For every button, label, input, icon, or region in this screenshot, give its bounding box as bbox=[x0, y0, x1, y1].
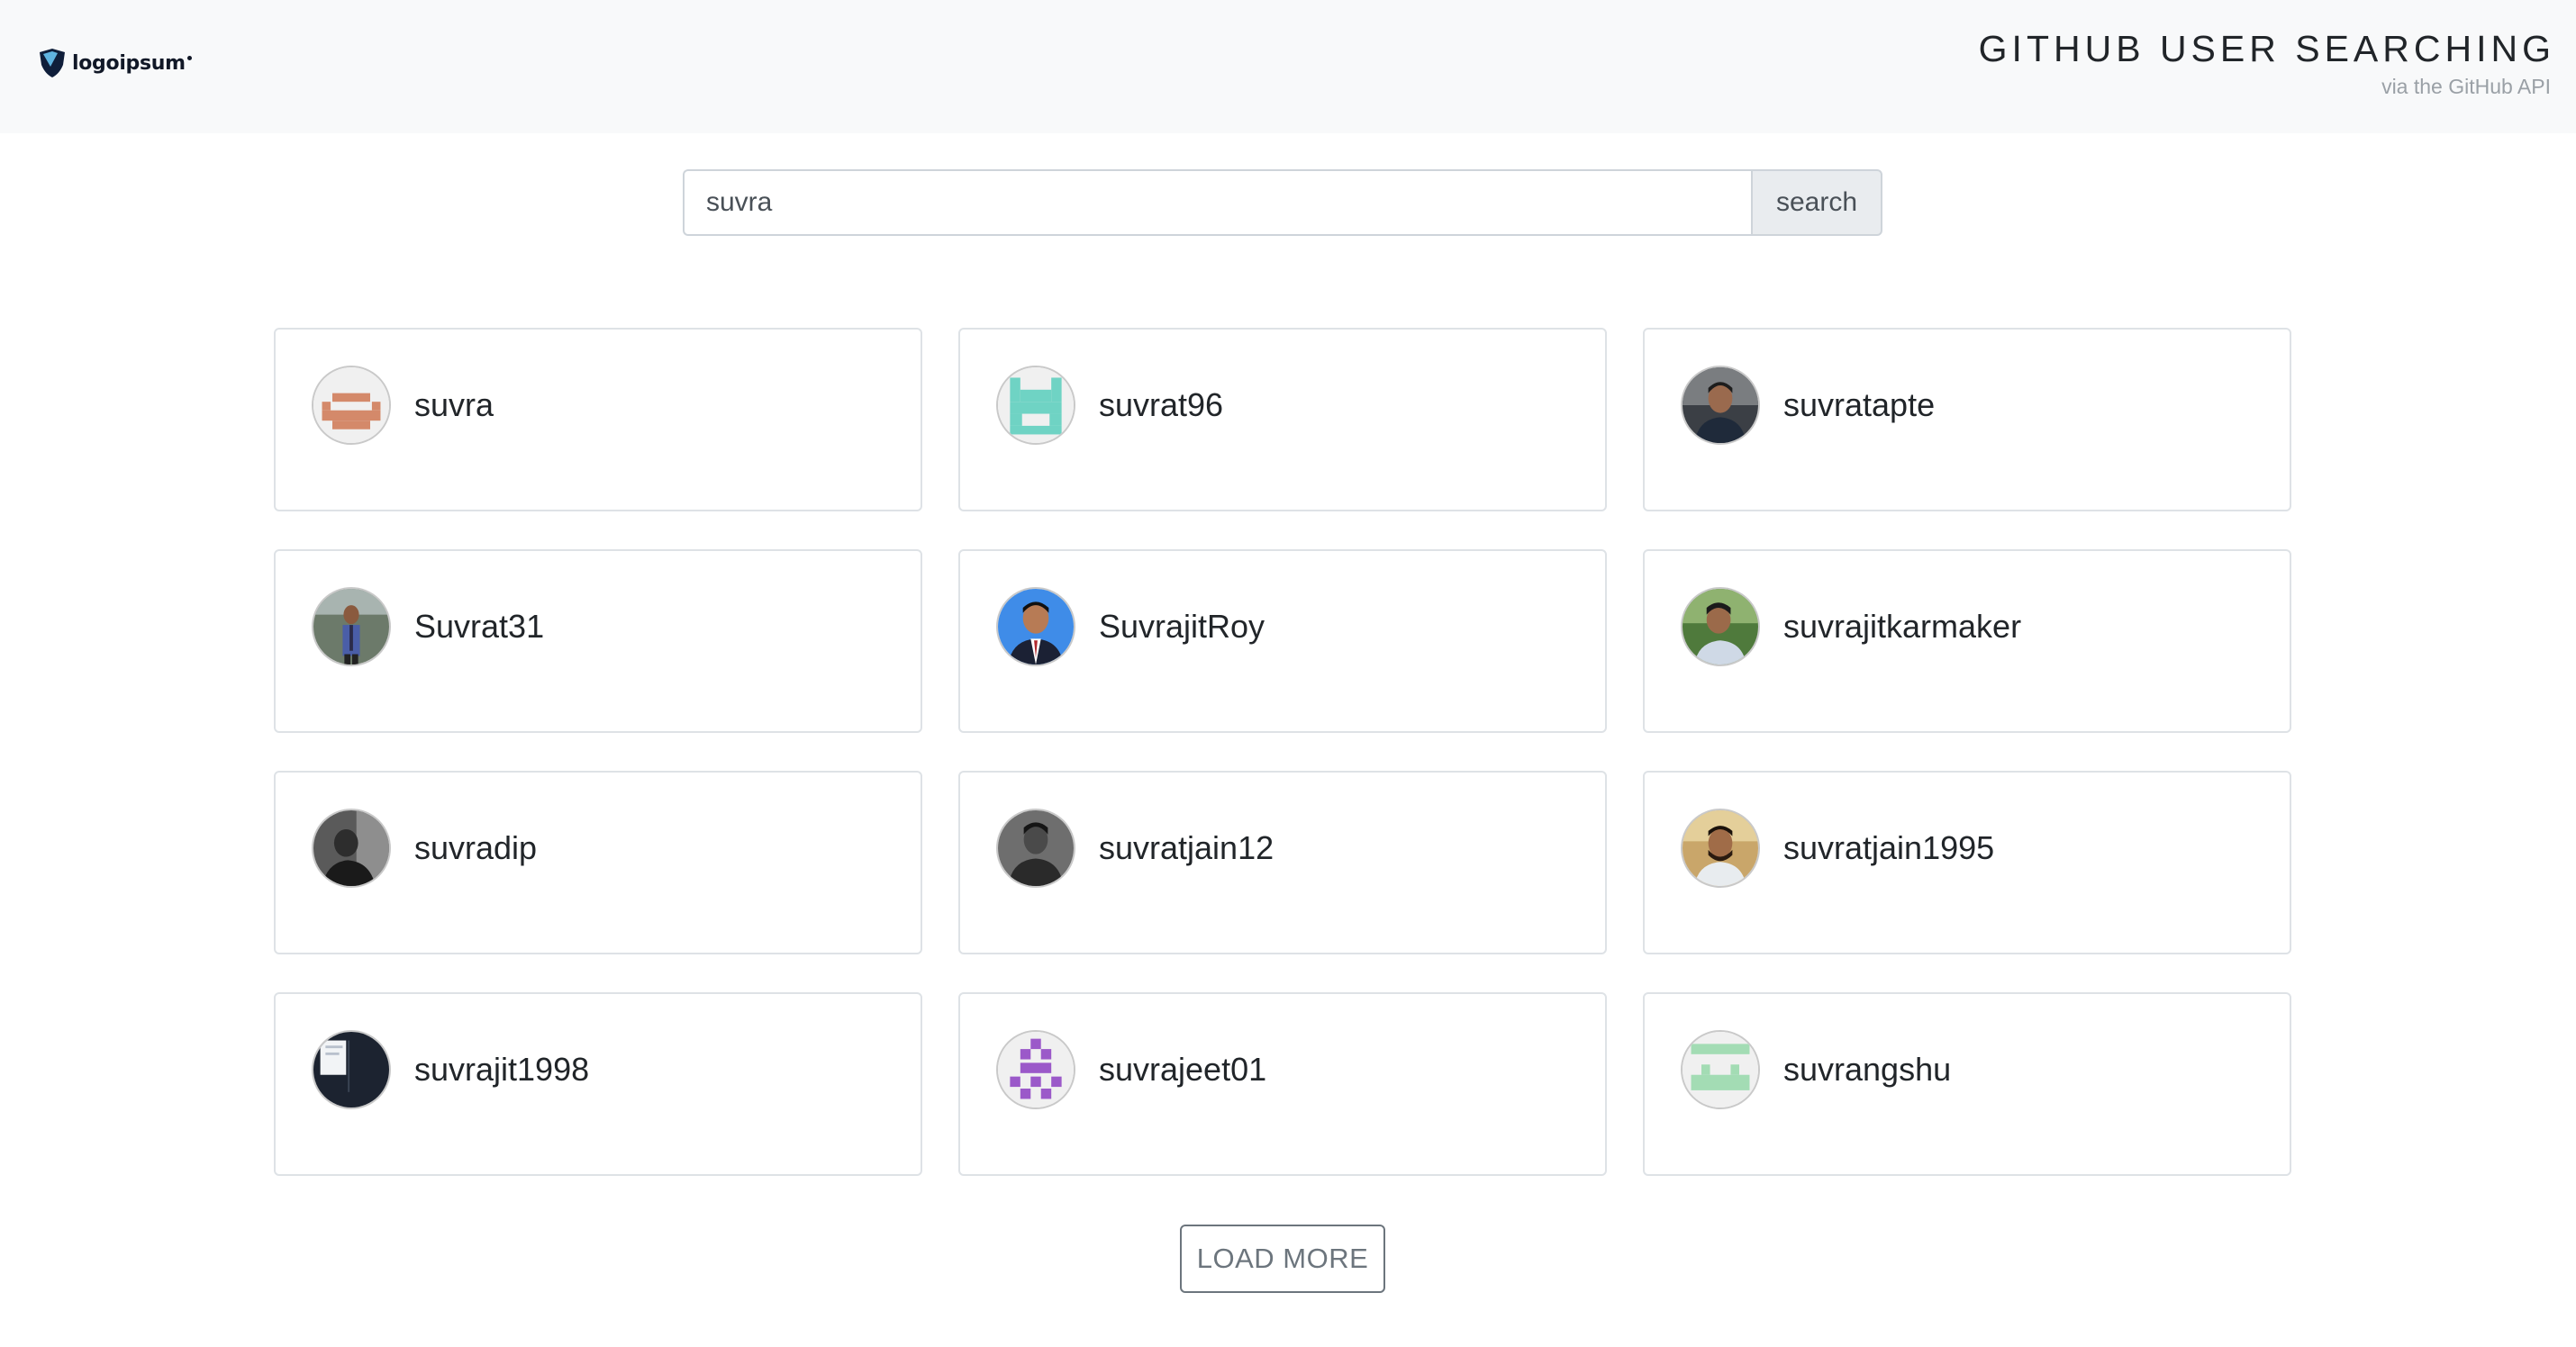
username: suvrat96 bbox=[1099, 386, 1224, 423]
user-photo-icon bbox=[1683, 367, 1758, 443]
user-results-grid: suvra suvrat96 suvratapte Suvrat31 Suvra… bbox=[274, 328, 2291, 1176]
username: Suvrat31 bbox=[414, 608, 545, 645]
avatar bbox=[1681, 1030, 1760, 1109]
search-input[interactable] bbox=[683, 169, 1751, 236]
avatar bbox=[312, 366, 391, 445]
avatar bbox=[1681, 587, 1760, 666]
user-photo-icon bbox=[313, 589, 389, 664]
search-button[interactable]: search bbox=[1751, 169, 1882, 236]
username: suvrajit1998 bbox=[414, 1051, 590, 1088]
username: suvrajitkarmaker bbox=[1783, 608, 2022, 645]
identicon-icon bbox=[998, 367, 1074, 443]
user-card[interactable]: suvratjain12 bbox=[958, 771, 1607, 954]
user-card[interactable]: Suvrat31 bbox=[274, 549, 922, 733]
username: suvradip bbox=[414, 829, 538, 866]
search-bar: search bbox=[683, 169, 1882, 236]
username: SuvrajitRoy bbox=[1099, 608, 1265, 645]
identicon-icon bbox=[313, 367, 389, 443]
avatar bbox=[996, 366, 1075, 445]
avatar bbox=[996, 587, 1075, 666]
load-more-button[interactable]: LOAD MORE bbox=[1180, 1225, 1385, 1293]
user-photo-icon bbox=[1683, 589, 1758, 664]
user-card[interactable]: suvratapte bbox=[1643, 328, 2291, 511]
avatar bbox=[312, 1030, 391, 1109]
user-card[interactable]: suvradip bbox=[274, 771, 922, 954]
user-photo-icon bbox=[1683, 810, 1758, 886]
user-photo-icon bbox=[313, 1032, 389, 1107]
identicon-icon bbox=[998, 1032, 1074, 1107]
username: suvra bbox=[414, 386, 494, 423]
avatar bbox=[996, 809, 1075, 888]
user-card[interactable]: suvrangshu bbox=[1643, 992, 2291, 1176]
user-card[interactable]: suvratjain1995 bbox=[1643, 771, 2291, 954]
username: suvrangshu bbox=[1783, 1051, 1952, 1088]
title-block: GITHUB USER SEARCHING via the GitHub API bbox=[1979, 23, 2551, 99]
user-card[interactable]: suvrajitkarmaker bbox=[1643, 549, 2291, 733]
user-card[interactable]: SuvrajitRoy bbox=[958, 549, 1607, 733]
avatar bbox=[1681, 809, 1760, 888]
identicon-icon bbox=[1683, 1032, 1758, 1107]
user-photo-icon bbox=[998, 810, 1074, 886]
avatar bbox=[996, 1030, 1075, 1109]
user-card[interactable]: suvrajit1998 bbox=[274, 992, 922, 1176]
logo[interactable]: logoipsum bbox=[38, 47, 192, 79]
username: suvratapte bbox=[1783, 386, 1936, 423]
user-photo-icon bbox=[313, 810, 389, 886]
user-card[interactable]: suvrajeet01 bbox=[958, 992, 1607, 1176]
username: suvrajeet01 bbox=[1099, 1051, 1267, 1088]
user-card[interactable]: suvrat96 bbox=[958, 328, 1607, 511]
user-card[interactable]: suvra bbox=[274, 328, 922, 511]
app-header: logoipsum GITHUB USER SEARCHING via the … bbox=[0, 0, 2576, 133]
page-title: GITHUB USER SEARCHING bbox=[1978, 28, 2555, 69]
username: suvratjain12 bbox=[1099, 829, 1274, 866]
avatar bbox=[1681, 366, 1760, 445]
avatar bbox=[312, 587, 391, 666]
logo-shield-icon bbox=[40, 49, 65, 77]
logo-text: logoipsum bbox=[72, 51, 186, 75]
user-photo-icon bbox=[998, 589, 1074, 664]
logo-registered-dot bbox=[186, 55, 192, 60]
username: suvratjain1995 bbox=[1783, 829, 1995, 866]
avatar bbox=[312, 809, 391, 888]
page-subtitle: via the GitHub API bbox=[2381, 75, 2551, 98]
